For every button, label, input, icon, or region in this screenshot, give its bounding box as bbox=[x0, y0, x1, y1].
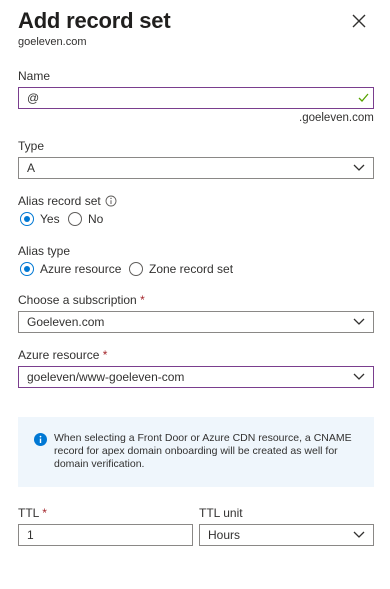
type-label: Type bbox=[18, 139, 45, 153]
ttl-unit-label: TTL unit bbox=[199, 506, 243, 520]
zone-record-set-label: Zone record set bbox=[149, 262, 234, 276]
ttl-value: 1 bbox=[27, 528, 34, 542]
chevron-down-icon bbox=[353, 531, 365, 538]
chevron-down-icon bbox=[353, 318, 365, 325]
info-message-box: When selecting a Front Door or Azure CDN… bbox=[18, 417, 374, 487]
alias-record-set-label: Alias record set bbox=[18, 194, 101, 208]
zone-record-set-option[interactable]: Zone record set bbox=[128, 261, 248, 279]
type-dropdown[interactable]: A bbox=[18, 157, 374, 179]
info-message-text: When selecting a Front Door or Azure CDN… bbox=[54, 432, 352, 470]
info-icon[interactable] bbox=[105, 195, 117, 207]
azure-resource-label: Azure resource bbox=[40, 262, 122, 276]
ttl-label: TTL * bbox=[18, 506, 47, 520]
name-input[interactable]: @ bbox=[18, 87, 374, 109]
alias-yes-label: Yes bbox=[40, 212, 60, 226]
ttl-unit-dropdown[interactable]: Hours bbox=[199, 524, 374, 546]
ttl-unit-value: Hours bbox=[208, 528, 241, 542]
azure-resource-option[interactable]: Azure resource bbox=[18, 261, 128, 279]
panel-title: Add record set bbox=[18, 8, 171, 33]
close-icon[interactable] bbox=[350, 12, 368, 30]
azure-resource-value: goeleven/www-goeleven-com bbox=[27, 370, 185, 384]
alias-yes-radio[interactable] bbox=[20, 212, 34, 226]
name-value: @ bbox=[27, 91, 40, 105]
required-marker: * bbox=[42, 506, 47, 520]
domain-suffix: .goeleven.com bbox=[299, 112, 374, 124]
checkmark-icon bbox=[358, 93, 369, 102]
ttl-input[interactable]: 1 bbox=[18, 524, 193, 546]
required-marker: * bbox=[102, 348, 108, 362]
chevron-down-icon bbox=[353, 373, 365, 380]
ttl-label-text: TTL bbox=[18, 506, 39, 520]
type-value: A bbox=[27, 161, 36, 175]
alias-no-label: No bbox=[88, 212, 104, 226]
name-label: Name bbox=[18, 69, 51, 83]
alias-no-radio[interactable] bbox=[68, 212, 82, 226]
required-marker: * bbox=[140, 293, 145, 307]
panel-subtitle: goeleven.com bbox=[18, 36, 87, 48]
subscription-dropdown[interactable]: Goeleven.com bbox=[18, 311, 374, 333]
azure-resource-dropdown[interactable]: goeleven/www-goeleven-com bbox=[18, 366, 374, 388]
chevron-down-icon bbox=[353, 164, 365, 171]
subscription-label-text: Choose a subscription bbox=[18, 293, 137, 307]
azure-resource-radio[interactable] bbox=[20, 262, 34, 276]
subscription-label: Choose a subscription * bbox=[18, 293, 145, 307]
info-filled-icon bbox=[34, 433, 47, 446]
zone-record-set-radio[interactable] bbox=[129, 262, 143, 276]
subscription-value: Goeleven.com bbox=[27, 315, 105, 329]
alias-no-option[interactable]: No bbox=[67, 211, 127, 229]
azure-resource-field-label: Azure resource * bbox=[18, 348, 107, 362]
alias-type-label: Alias type bbox=[18, 244, 71, 258]
azure-resource-field-label-text: Azure resource bbox=[18, 348, 100, 362]
